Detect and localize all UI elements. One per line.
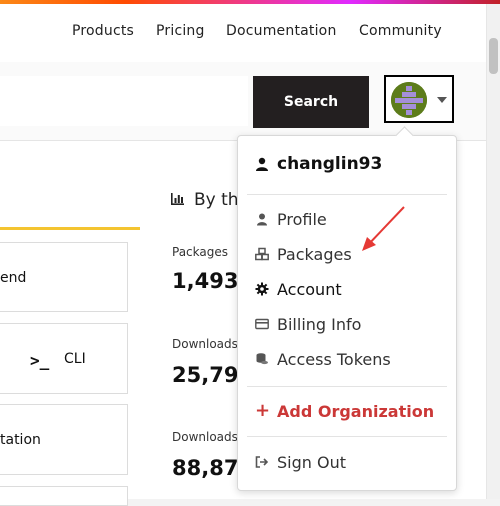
menu-item-label: Sign Out (277, 452, 346, 472)
nav-link-documentation[interactable]: Documentation (226, 23, 337, 39)
bar-chart-icon (171, 193, 184, 205)
menu-item-profile[interactable]: Profile (255, 207, 327, 231)
card-label: end (0, 270, 27, 286)
search-input[interactable] (0, 76, 248, 126)
terminal-icon: >_ (30, 351, 50, 370)
nav-link-community[interactable]: Community (359, 23, 442, 39)
credit-card-icon (255, 318, 269, 330)
chevron-down-icon (437, 97, 447, 103)
username-text: changlin93 (277, 154, 383, 174)
dropdown-username: changlin93 (255, 152, 382, 176)
feature-card[interactable]: tation (0, 404, 128, 475)
user-icon (257, 213, 267, 226)
stat-value: 1,493, (172, 269, 247, 293)
sign-out-button[interactable]: Sign Out (255, 450, 346, 474)
menu-item-label: Account (277, 279, 342, 299)
user-icon (256, 157, 268, 171)
feature-card[interactable]: end (0, 242, 128, 312)
add-organization-button[interactable]: + Add Organization (255, 399, 434, 423)
active-column-underline (0, 227, 140, 230)
scrollbar[interactable] (486, 4, 500, 499)
coins-icon (256, 353, 268, 365)
divider (247, 194, 447, 195)
top-navigation: Products Pricing Documentation Community (0, 4, 500, 62)
card-label: tation (0, 432, 41, 448)
scrollbar-thumb[interactable] (489, 38, 498, 74)
search-button[interactable]: Search (253, 76, 369, 128)
nav-link-pricing[interactable]: Pricing (156, 23, 205, 39)
menu-item-billing[interactable]: Billing Info (255, 312, 361, 336)
avatar (391, 82, 427, 118)
menu-item-label: Packages (277, 244, 352, 264)
menu-item-label: Profile (277, 209, 327, 229)
nav-link-products[interactable]: Products (72, 23, 134, 39)
feature-card[interactable] (0, 486, 128, 506)
menu-item-packages[interactable]: Packages (255, 242, 352, 266)
user-menu-toggle[interactable] (384, 75, 454, 123)
stat-label: Downloads (172, 337, 238, 351)
stats-heading: By th (194, 190, 239, 210)
menu-item-label: Billing Info (277, 314, 362, 334)
stat-label: Packages (172, 245, 228, 259)
menu-item-label: Add Organization (277, 401, 435, 421)
card-label: CLI (64, 351, 86, 367)
packages-icon (255, 247, 269, 261)
annotation-arrow (362, 206, 405, 251)
divider (247, 436, 447, 437)
sign-out-icon (255, 456, 269, 468)
menu-item-label: Access Tokens (277, 349, 391, 369)
menu-item-access-tokens[interactable]: Access Tokens (255, 347, 391, 371)
user-dropdown-menu: changlin93 Profile Packages Account Bill… (237, 126, 457, 491)
menu-item-account[interactable]: Account (255, 277, 342, 301)
feature-card-cli[interactable]: >_ CLI (0, 323, 128, 394)
divider (247, 386, 447, 387)
stat-label: Downloads (172, 430, 238, 444)
gear-icon (255, 282, 269, 296)
search-bar-row: Search (0, 62, 487, 141)
plus-icon: + (255, 400, 271, 421)
